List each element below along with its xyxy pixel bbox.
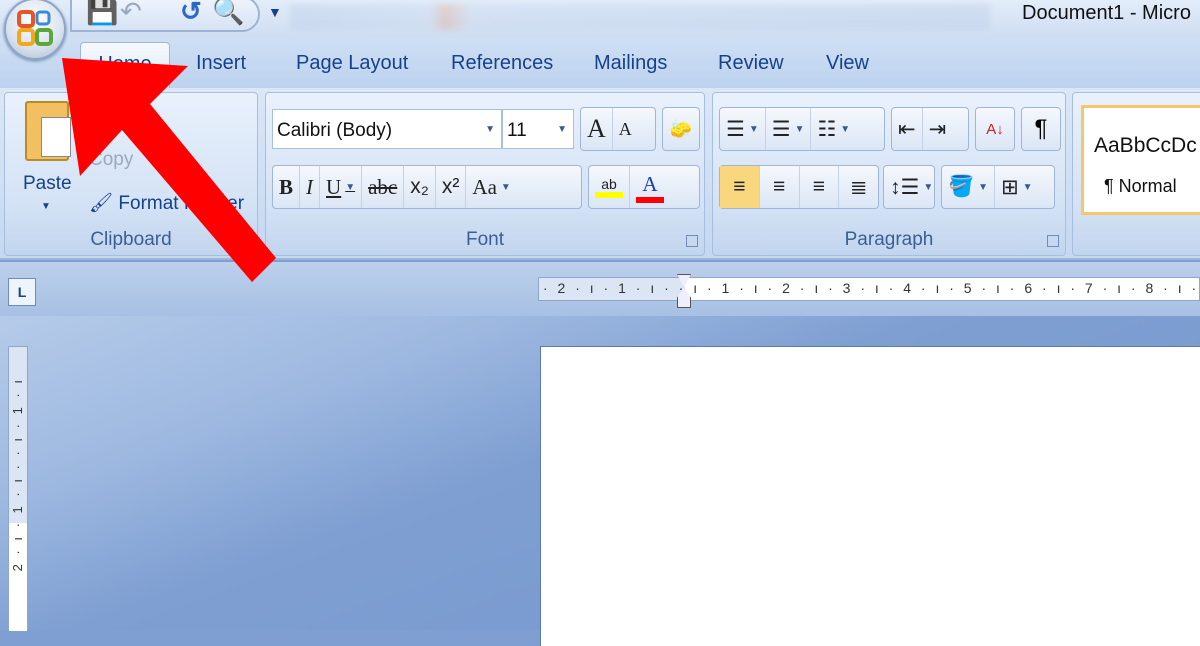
font-name-combo[interactable]: Calibri (Body) ▼: [272, 109, 502, 149]
tab-view[interactable]: View: [826, 52, 869, 75]
paste-button[interactable]: Paste: [23, 173, 72, 195]
office-button[interactable]: [4, 0, 66, 60]
show-formatting-button[interactable]: ¶: [1021, 107, 1061, 151]
font-name-value: Calibri (Body): [277, 120, 393, 141]
indent-buttons: ⇤ ⇥: [891, 107, 969, 151]
multilevel-list-button[interactable]: ☷ ▼: [811, 108, 856, 150]
font-size-combo[interactable]: 11 ▼: [502, 109, 574, 149]
line-spacing-icon: ↕☰ ▼: [890, 175, 934, 199]
style-name: ¶ Normal: [1104, 176, 1177, 196]
font-style-buttons: B I U ▼ abc x₂ x² Aa ▼: [272, 165, 582, 209]
highlight-label: ab: [601, 176, 617, 192]
bullets-button[interactable]: ☰ ▼: [720, 108, 766, 150]
styles-group: AaBbCcDc ¶ Normal: [1072, 92, 1200, 256]
alignment-buttons: ≡ ≡ ≡ ≣: [719, 165, 879, 209]
paragraph-group: ☰ ▼ ☰ ▼ ☷ ▼ ⇤ ⇥ A↓ ¶ ≡ ≡ ≡ ≣ ↕☰ ▼ 🪣 ▼ ⊞ ▼ Para…: [712, 92, 1066, 256]
color-buttons: ab A: [588, 165, 700, 209]
font-size-value: 11: [507, 120, 527, 141]
underline-label: U: [326, 174, 342, 199]
font-color-swatch: [636, 196, 664, 203]
justify-button[interactable]: ≣: [839, 166, 878, 208]
decrease-indent-button[interactable]: ⇤: [892, 108, 923, 150]
strikethrough-button[interactable]: abc: [362, 166, 405, 208]
shrink-font-button[interactable]: A: [613, 108, 638, 150]
font-color-label: A: [642, 171, 658, 196]
numbering-button[interactable]: ☰ ▼: [766, 108, 812, 150]
subscript-button[interactable]: x₂: [404, 166, 436, 208]
document-page[interactable]: [540, 346, 1200, 646]
underline-button[interactable]: U ▼: [320, 166, 363, 208]
font-group: Calibri (Body) ▼ 11 ▼ A A 🧽 B I U ▼ abc x₂ …: [265, 92, 705, 256]
align-right-button[interactable]: ≡: [800, 166, 840, 208]
style-normal[interactable]: AaBbCcDc ¶ Normal: [1081, 105, 1200, 215]
grow-font-button[interactable]: A: [581, 108, 613, 150]
shading-border-buttons: 🪣 ▼ ⊞ ▼: [941, 165, 1055, 209]
office-logo-icon: [17, 10, 53, 46]
print-preview-icon[interactable]: 🔍: [212, 0, 244, 26]
save-icon[interactable]: 💾: [86, 0, 118, 26]
tab-home[interactable]: Home: [80, 42, 170, 90]
line-spacing-button[interactable]: ↕☰ ▼: [883, 165, 935, 209]
vertical-ruler-ticks: 2 · ı · 1 · ı · · ı · 1 · ı: [10, 377, 25, 572]
chevron-down-icon[interactable]: ▼: [557, 124, 567, 135]
chevron-down-icon[interactable]: ▼: [345, 182, 355, 193]
clipboard-group: Paste ▼ Cut Copy 🖌 Format Painter Clipbo…: [4, 92, 258, 256]
redo-icon[interactable]: ↺: [180, 0, 202, 26]
quick-access-toolbar: 💾 ↶ ↺ 🔍: [70, 0, 260, 32]
tab-page-layout[interactable]: Page Layout: [296, 52, 408, 75]
taskbar-blur: [290, 4, 990, 30]
highlight-swatch: [595, 192, 623, 198]
chevron-down-icon[interactable]: ▼: [485, 124, 495, 135]
format-painter-label: Format Painter: [118, 193, 245, 214]
title-bar: 💾 ↶ ↺ 🔍 ▼ Document1 - Micro: [0, 0, 1200, 40]
tab-review[interactable]: Review: [718, 52, 784, 75]
align-left-button[interactable]: ≡: [720, 166, 760, 208]
borders-button[interactable]: ⊞ ▼: [995, 166, 1039, 208]
change-case-label: Aa: [472, 174, 497, 199]
sort-button[interactable]: A↓: [975, 107, 1015, 151]
vertical-ruler[interactable]: 2 · ı · 1 · ı · · ı · 1 · ı: [8, 346, 28, 631]
paragraph-label: Paragraph: [844, 229, 934, 250]
ribbon: Paste ▼ Cut Copy 🖌 Format Painter Clipbo…: [0, 88, 1200, 260]
clear-formatting-button[interactable]: 🧽: [662, 107, 700, 151]
tab-references[interactable]: References: [451, 52, 553, 75]
ribbon-tabs: Home Insert Page Layout References Maili…: [0, 38, 1200, 90]
font-color-button[interactable]: A: [630, 166, 670, 208]
bold-button[interactable]: B: [273, 166, 301, 208]
italic-button[interactable]: I: [300, 166, 321, 208]
font-label: Font: [465, 229, 505, 250]
ruler-ticks: · 2 · ı · 1 · ı · · ı · 1 · ı · 2 · ı · …: [543, 280, 1200, 296]
align-center-button[interactable]: ≡: [760, 166, 800, 208]
paste-icon[interactable]: [25, 101, 71, 161]
shading-button[interactable]: 🪣 ▼: [942, 166, 996, 208]
tab-mailings[interactable]: Mailings: [594, 52, 667, 75]
cut-button[interactable]: Cut: [105, 107, 135, 129]
clipboard-label: Clipboard: [90, 229, 172, 250]
paragraph-dialog-launcher-icon[interactable]: [1047, 235, 1059, 247]
chevron-down-icon[interactable]: ▼: [501, 182, 511, 193]
change-case-button[interactable]: Aa ▼: [466, 166, 516, 208]
tab-selector-button[interactable]: L: [8, 278, 36, 306]
increase-indent-button[interactable]: ⇥: [923, 108, 953, 150]
font-dialog-launcher-icon[interactable]: [686, 235, 698, 247]
window-title: Document1 - Micro: [1022, 2, 1191, 24]
format-painter-button[interactable]: 🖌 Format Painter: [89, 191, 244, 215]
style-preview: AaBbCcDc: [1094, 134, 1197, 157]
paste-dropdown-icon[interactable]: ▼: [41, 201, 51, 212]
tab-insert[interactable]: Insert: [196, 52, 246, 75]
copy-button[interactable]: Copy: [89, 149, 133, 171]
undo-icon[interactable]: ↶: [120, 0, 142, 26]
horizontal-ruler[interactable]: · 2 · ı · 1 · ı · · ı · 1 · ı · 2 · ı · …: [538, 274, 1200, 308]
highlight-button[interactable]: ab: [589, 166, 630, 208]
customize-icon[interactable]: ▼: [268, 4, 282, 20]
font-size-buttons: A A: [580, 107, 656, 151]
list-buttons: ☰ ▼ ☰ ▼ ☷ ▼: [719, 107, 885, 151]
superscript-button[interactable]: x²: [436, 166, 467, 208]
